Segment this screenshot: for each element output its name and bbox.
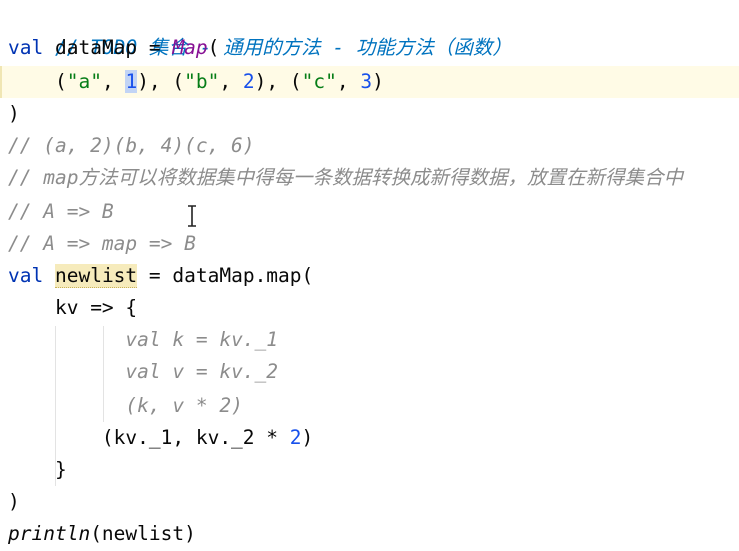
code-line-2[interactable]: val dataMap = Map(	[0, 32, 739, 64]
code-line-14[interactable]: (kv._1, kv._2 * 2)	[0, 422, 739, 454]
comment: // (a, 2)(b, 4)(c, 6)	[8, 134, 255, 157]
function-map: Map	[172, 36, 208, 59]
keyword-val: val	[8, 36, 44, 59]
code-line-8[interactable]: // A => map => B	[0, 228, 739, 260]
keyword-val: val	[8, 264, 44, 287]
number-3: 3	[360, 70, 373, 93]
string-b: "b"	[184, 70, 220, 93]
punct: ,	[219, 70, 243, 93]
code-line-10[interactable]: kv => {	[0, 292, 739, 324]
expression: = dataMap.map(	[137, 264, 314, 287]
code-line-7[interactable]: // A => B	[0, 196, 739, 228]
code-line-5[interactable]: // (a, 2)(b, 4)(c, 6)	[0, 130, 739, 162]
code-editor[interactable]: // TODO 集合 - 通用的方法 - 功能方法（函数） val dataMa…	[0, 0, 739, 551]
code-line-3[interactable]: ("a", 1), ("b", 2), ("c", 3)	[0, 66, 739, 98]
expression: (newlist)	[90, 522, 196, 545]
code-line-16[interactable]: )	[0, 486, 739, 518]
unused-code: val v = kv._2	[125, 360, 279, 383]
number-1: 1	[125, 70, 138, 93]
code-line-4[interactable]: )	[0, 98, 739, 130]
code-line-1[interactable]: // TODO 集合 - 通用的方法 - 功能方法（函数）	[0, 0, 739, 59]
expression: (kv._1, kv._2 *	[101, 426, 290, 449]
code-line-13[interactable]: (k, v * 2)	[0, 390, 739, 422]
number-2: 2	[289, 426, 302, 449]
paren-close: )	[8, 490, 20, 513]
code-line-11[interactable]: val k = kv._1	[0, 324, 739, 356]
punct: ,	[101, 70, 126, 93]
punct: )	[372, 70, 384, 93]
operator-assign: =	[137, 36, 173, 59]
paren-close: )	[301, 426, 314, 449]
code-line-9[interactable]: val newlist = dataMap.map(	[0, 260, 739, 292]
comment: // A => B	[8, 200, 114, 223]
comment: // map方法可以将数据集中得每一条数据转换成新得数据，放置在新得集合中	[8, 166, 683, 189]
unused-code: (k, v * 2)	[125, 394, 243, 417]
punct: ), (	[254, 70, 302, 93]
text-cursor-icon	[188, 205, 196, 227]
code-line-6[interactable]: // map方法可以将数据集中得每一条数据转换成新得数据，放置在新得集合中	[0, 162, 739, 194]
lambda-header: kv => {	[54, 296, 138, 319]
code-line-15[interactable]: }	[0, 454, 739, 486]
paren-open: (	[207, 36, 220, 59]
punct: ), (	[137, 70, 185, 93]
number-2: 2	[242, 70, 255, 93]
code-line-17[interactable]: println(newlist)	[0, 518, 739, 550]
punct: ,	[336, 70, 361, 93]
string-c: "c"	[301, 70, 337, 93]
punct: (	[54, 70, 67, 93]
brace-close: }	[54, 458, 67, 481]
code-line-12[interactable]: val v = kv._2	[0, 356, 739, 388]
function-println: println	[8, 522, 91, 545]
unused-code: val k = kv._1	[125, 328, 279, 351]
identifier-newlist: newlist	[54, 264, 138, 288]
paren-close: )	[8, 102, 20, 125]
identifier-datamap: dataMap	[54, 36, 138, 59]
comment: // A => map => B	[8, 232, 196, 255]
string-a: "a"	[66, 70, 102, 93]
